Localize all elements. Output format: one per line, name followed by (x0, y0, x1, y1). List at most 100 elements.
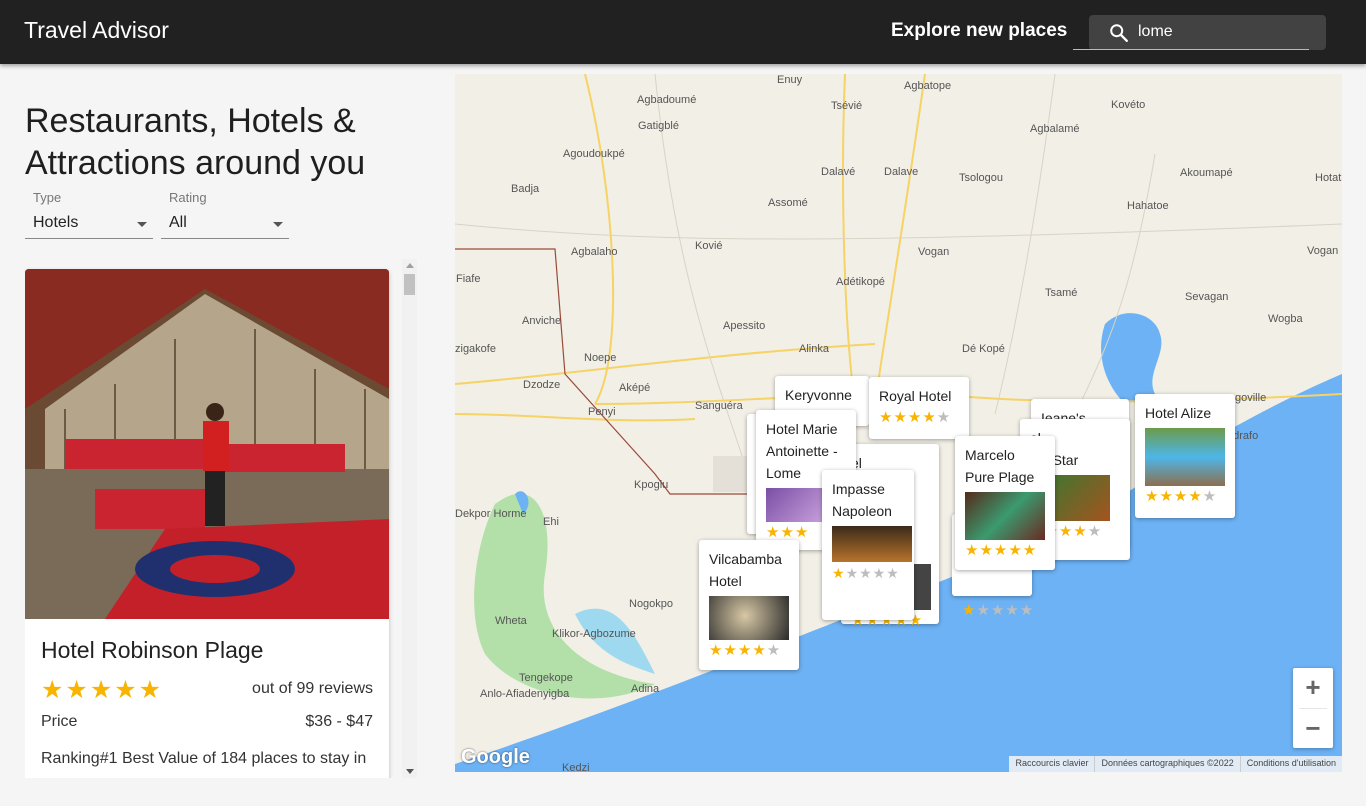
map-label: Tsamé (1045, 287, 1078, 299)
map-label: Agbatope (904, 80, 952, 92)
app-bar: Travel Advisor Explore new places (0, 0, 1366, 64)
map-label: Akoumapé (1180, 167, 1233, 179)
map-label: Wheta (495, 615, 527, 627)
map-marker[interactable]: Marcelo Pure Plage ★★★★★ (955, 436, 1055, 570)
marker-name: Keryvonne (785, 387, 852, 403)
map-label: Anlo-Afiadenyigba (480, 688, 570, 700)
type-select[interactable]: Type Hotels (25, 190, 153, 239)
map-marker[interactable]: Hotel Alize ★★★★★ (1135, 394, 1235, 518)
map-label: Vogan (1307, 245, 1339, 257)
map-label: Agbalamé (1030, 123, 1080, 135)
map-label: Agbadoumé (637, 94, 697, 106)
map-label: Agoudoukpé (563, 148, 625, 160)
search-underline (1073, 49, 1309, 50)
map-attribution: Raccourcis clavier Données cartographiqu… (1009, 756, 1342, 772)
map-label: Noepe (584, 352, 617, 364)
type-value[interactable]: Hotels (25, 209, 153, 239)
zoom-in-button[interactable]: + (1293, 668, 1333, 708)
map-label: Adétikopé (836, 276, 885, 288)
map-label: Tsévié (831, 100, 863, 112)
map-label: Kedzi (562, 762, 590, 772)
marker-stars: ★★★★★ (962, 602, 1035, 619)
zoom-out-button[interactable]: − (1293, 709, 1333, 749)
map-label: Adina (631, 683, 660, 695)
map-label: Enuy (777, 74, 803, 86)
map-label: Klikor-Agbozume (552, 628, 636, 640)
map-label: Dekpor Horme (455, 508, 527, 520)
map-label: Dalavé (821, 166, 856, 178)
map-label: Assomé (768, 197, 808, 209)
map-label: Aképé (619, 382, 651, 394)
rating-dropdown-arrow-icon[interactable] (273, 222, 283, 227)
marker-name: Hotel Alize (1145, 405, 1212, 421)
map-label: Alinka (799, 343, 829, 355)
page-heading: Restaurants, Hotels & Attractions around… (25, 102, 366, 182)
map-label: Dzodze (523, 379, 561, 391)
terms-link[interactable]: Conditions d'utilisation (1239, 756, 1342, 772)
map-label: Kovéto (1111, 99, 1146, 111)
map-label: Kovié (695, 240, 723, 252)
scroll-down-arrow-icon[interactable] (406, 769, 414, 774)
scroll-up-arrow-icon[interactable] (406, 263, 414, 268)
scroll-thumb[interactable] (404, 274, 415, 295)
app-title: Travel Advisor (24, 17, 169, 43)
map-label: Wogba (1268, 313, 1303, 325)
rating-value-text: All (169, 214, 187, 231)
google-logo: Google (461, 746, 530, 768)
marker-photo (1145, 428, 1225, 486)
type-label: Type (33, 190, 62, 205)
rating-value[interactable]: All (161, 209, 289, 239)
marker-stars: ★★★★★ (965, 542, 1038, 559)
marker-photo (709, 596, 789, 640)
map-label: Agbalaho (571, 246, 618, 258)
map-label: Hotatim (1315, 172, 1342, 184)
place-title: Hotel Robinson Plage (41, 637, 264, 663)
place-card[interactable]: Hotel Robinson Plage ★★★★★ out of 99 rev… (25, 269, 389, 778)
map-label: Sanguéra (695, 400, 743, 412)
map-marker[interactable]: Royal Hotel ★★★★★ (869, 377, 969, 439)
map-label: Sevagan (1185, 291, 1229, 303)
marker-stars: ★★★★★ (832, 565, 900, 581)
zoom-control[interactable]: + − (1293, 668, 1333, 748)
map-label: Tengekope (519, 672, 573, 684)
place-ranking: Ranking#1 Best Value of 184 places to st… (41, 750, 367, 767)
type-dropdown-arrow-icon[interactable] (137, 222, 147, 227)
places-list[interactable]: Hotel Robinson Plage ★★★★★ out of 99 rev… (25, 259, 418, 778)
type-value-text: Hotels (33, 214, 79, 231)
explore-label: Explore new places (891, 20, 1068, 41)
map-label: Penyi (588, 406, 616, 418)
map-label: Badja (511, 183, 540, 195)
map-label: Dé Kopé (962, 343, 1005, 355)
marker-stars: ★★★★★ (709, 642, 782, 659)
price-value: $36 - $47 (305, 713, 373, 730)
map-marker[interactable]: Vilcabamba Hotel ★★★★★ (699, 540, 799, 670)
map-label: Apessito (723, 320, 766, 332)
marker-name: Impasse Napoleon (832, 481, 892, 519)
place-rating-stars: ★★★★★ (41, 676, 164, 704)
place-photo (25, 269, 389, 619)
map-label: Kpoglu (634, 479, 669, 491)
rating-select[interactable]: Rating All (161, 190, 289, 239)
marker-stars: ★★★★★ (879, 409, 952, 426)
rating-label: Rating (169, 190, 207, 205)
price-label: Price (41, 713, 78, 730)
marker-photo (965, 492, 1045, 540)
place-reviews: out of 99 reviews (252, 680, 373, 697)
keyboard-shortcuts-link[interactable]: Raccourcis clavier (1009, 756, 1094, 772)
map-label: Vogan (918, 246, 950, 258)
map[interactable]: Enuy Agbatope Agbadoumé Tsévié Kovéto Ga… (455, 74, 1342, 772)
search-input[interactable] (1138, 22, 1308, 42)
map-label: Ehi (543, 516, 559, 528)
map-marker[interactable]: Impasse Napoleon ★★★★★ (822, 470, 914, 620)
marker-photo (832, 526, 912, 562)
map-label: Dalave (884, 166, 919, 178)
search-icon (1110, 24, 1128, 42)
map-label: Fiafe (456, 273, 481, 285)
map-label: zigakofe (455, 343, 496, 355)
map-label: Gatigblé (638, 120, 679, 132)
map-label: Nogokpo (629, 598, 674, 610)
marker-name: Marcelo Pure Plage (965, 447, 1035, 485)
marker-name: Vilcabamba Hotel (709, 551, 782, 589)
map-label: goville (1235, 392, 1267, 404)
list-scrollbar[interactable] (402, 259, 417, 778)
